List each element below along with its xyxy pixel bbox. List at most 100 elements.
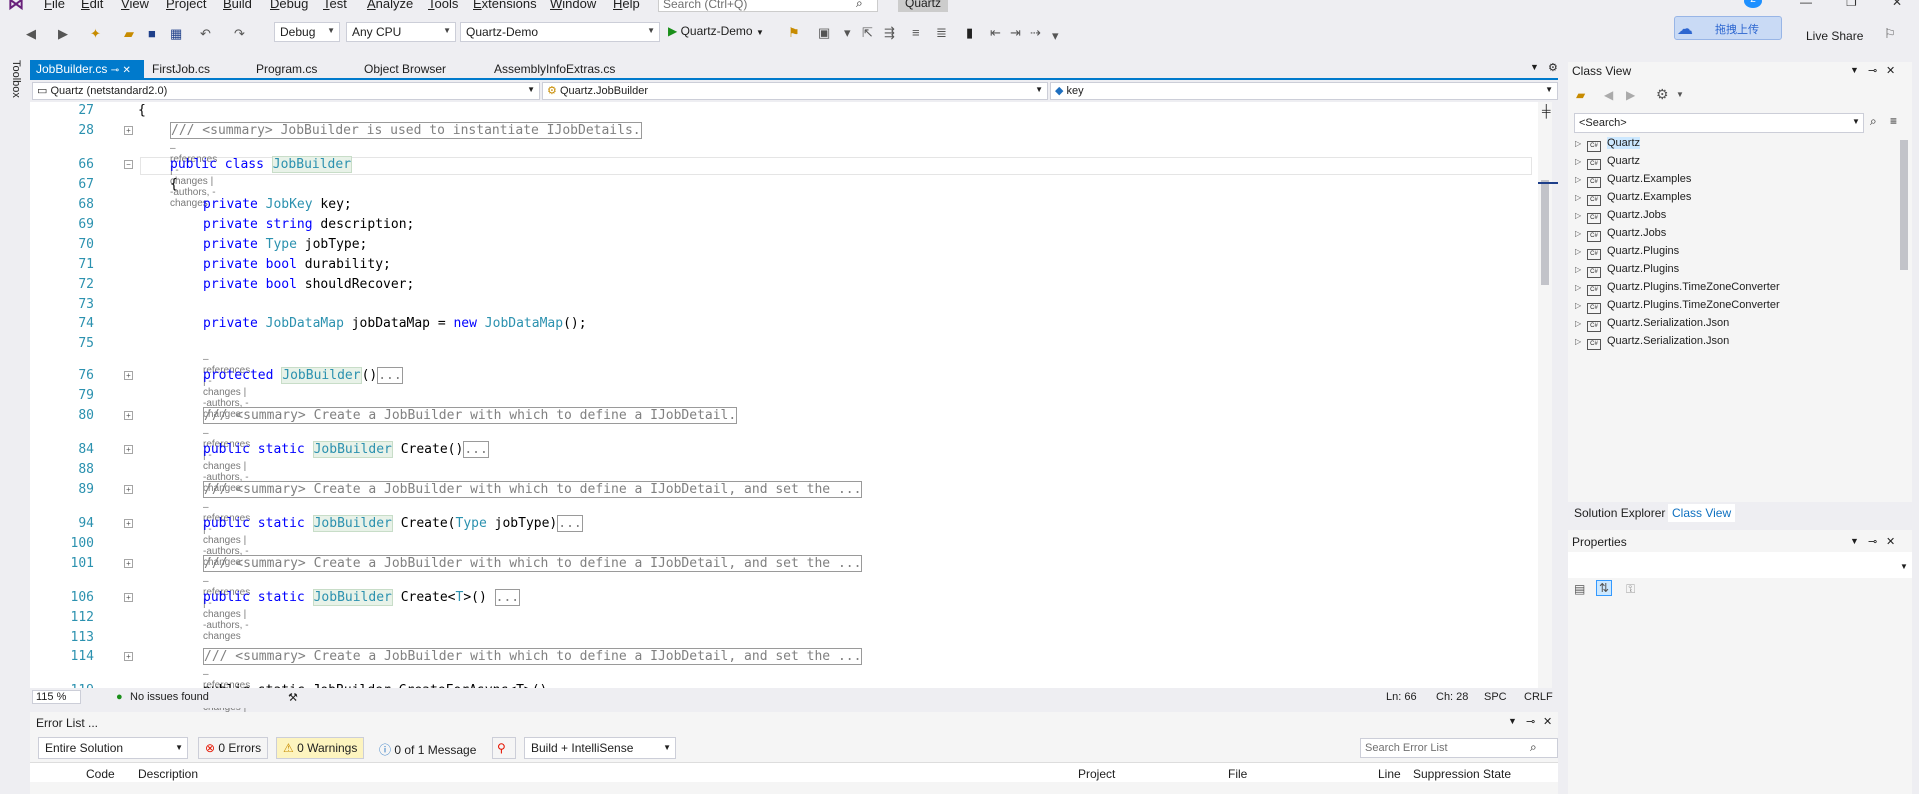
panel-dropdown-icon[interactable]: ▼ xyxy=(1850,536,1859,546)
toolbox-tab[interactable]: Toolbox xyxy=(8,60,22,110)
class-view-item[interactable]: ▷ C# Quartz.Plugins.TimeZoneConverter xyxy=(1575,281,1780,296)
pin-icon[interactable]: ⊸ xyxy=(111,65,119,76)
class-view-item[interactable]: ▷ C# Quartz.Examples xyxy=(1575,191,1691,206)
menu-edit[interactable]: Edit xyxy=(81,0,103,11)
redo-icon[interactable]: ↷ xyxy=(234,26,245,42)
class-view-item[interactable]: ▷ C# Quartz.Jobs xyxy=(1575,227,1666,242)
class-view-item[interactable]: ▷ C# Quartz.Plugins xyxy=(1575,245,1679,260)
tab-solution-explorer[interactable]: Solution Explorer xyxy=(1570,504,1669,522)
menu-project[interactable]: Project xyxy=(166,0,206,11)
column-project[interactable]: Project xyxy=(1078,767,1115,781)
comment-icon[interactable]: ≡ xyxy=(912,25,920,40)
tab-object-browser[interactable]: Object Browser xyxy=(358,60,452,78)
pin-icon[interactable]: ⊸ xyxy=(1526,715,1535,728)
warnings-filter-button[interactable]: ⚠ 0 Warnings xyxy=(276,737,365,759)
save-icon[interactable]: ■ xyxy=(148,26,156,41)
properties-object-selector[interactable] xyxy=(1568,552,1912,578)
upload-widget[interactable]: ☁ 拖拽上传 xyxy=(1674,16,1782,40)
prev-bookmark-icon[interactable]: ⇤ xyxy=(990,25,1001,41)
zoom-dropdown[interactable]: 115 % xyxy=(32,690,82,704)
collapsed-body[interactable]: ... xyxy=(463,441,489,458)
close-icon[interactable]: ✕ xyxy=(122,65,130,76)
scope-dropdown[interactable]: Entire Solution ▼ xyxy=(38,737,188,759)
menu-build[interactable]: Build xyxy=(223,0,252,11)
collapsed-summary[interactable]: /// <summary> Create a JobBuilder with w… xyxy=(203,481,863,498)
expand-icon[interactable]: + xyxy=(124,593,133,602)
live-share-button[interactable]: Live Share xyxy=(1806,29,1863,43)
camera-icon[interactable]: ▣ xyxy=(818,25,830,41)
class-view-item[interactable]: ▷ C# Quartz.Examples xyxy=(1575,173,1691,188)
list-options-icon[interactable]: ≡ xyxy=(1890,114,1897,128)
class-view-item[interactable]: ▷ C# Quartz xyxy=(1575,137,1641,152)
expand-icon[interactable]: + xyxy=(124,485,133,494)
gear-icon[interactable]: ⚙ xyxy=(1548,61,1558,74)
forward-icon[interactable]: ▶ xyxy=(1626,88,1635,102)
close-icon[interactable]: ✕ xyxy=(1543,715,1552,728)
collapse-icon[interactable]: − xyxy=(124,160,133,169)
toolbar-overflow-icon[interactable]: ▾ xyxy=(844,25,851,41)
expand-icon[interactable]: + xyxy=(124,411,133,420)
restore-icon[interactable]: ❐ xyxy=(1846,0,1857,9)
codelens-info[interactable]: – references | - changes | -authors, -ch… xyxy=(203,576,250,642)
expand-icon[interactable]: + xyxy=(124,652,133,661)
expand-icon[interactable]: + xyxy=(124,445,133,454)
menu-test[interactable]: Test xyxy=(323,0,347,11)
panel-dropdown-icon[interactable]: ▼ xyxy=(1508,716,1517,726)
close-icon[interactable]: ✕ xyxy=(1886,535,1895,548)
uncomment-icon[interactable]: ≣ xyxy=(936,25,947,41)
panel-dropdown-icon[interactable]: ▼ xyxy=(1850,65,1859,75)
collapsed-body[interactable]: ... xyxy=(557,515,583,532)
error-search-input[interactable]: Search Error List xyxy=(1360,738,1558,758)
tab-firstjob[interactable]: FirstJob.cs xyxy=(146,60,216,78)
class-view-item[interactable]: ▷ C# Quartz xyxy=(1575,155,1640,170)
messages-filter-button[interactable]: ⓘ 0 of 1 Message xyxy=(372,737,484,759)
type-nav-dropdown[interactable]: ⚙ Quartz.JobBuilder ▼ xyxy=(542,82,1048,100)
column-code[interactable]: Code xyxy=(86,767,115,781)
pin-icon[interactable]: ⊸ xyxy=(1868,535,1877,548)
search-input[interactable]: Search (Ctrl+Q) xyxy=(658,0,878,12)
class-view-scrollbar[interactable] xyxy=(1900,140,1908,270)
tab-assemblyinfoextras[interactable]: AssemblyInfoExtras.cs xyxy=(488,60,621,78)
source-dropdown[interactable]: Build + IntelliSense ▼ xyxy=(524,737,676,759)
chevron-down-icon[interactable]: ▼ xyxy=(1900,562,1908,571)
filter-icon[interactable]: ⚲ xyxy=(492,737,516,759)
menu-tools[interactable]: Tools xyxy=(428,0,458,11)
alphabetical-icon[interactable]: ⇅ xyxy=(1596,580,1613,596)
collapsed-summary[interactable]: /// <summary> Create a JobBuilder with w… xyxy=(203,407,738,424)
brush-icon[interactable]: ⚒ xyxy=(288,691,298,704)
tab-class-view[interactable]: Class View xyxy=(1668,504,1736,522)
chevron-down-icon[interactable]: ▼ xyxy=(1676,90,1684,99)
collapsed-summary[interactable]: /// <summary> Create a JobBuilder with w… xyxy=(203,555,863,572)
vs-logo-icon[interactable]: ⋈ xyxy=(8,0,24,14)
collapsed-body[interactable]: ... xyxy=(377,367,403,384)
format-icon[interactable]: ⇶ xyxy=(884,25,895,41)
close-icon[interactable]: ✕ xyxy=(1886,64,1895,77)
next-bookmark-icon[interactable]: ⇥ xyxy=(1010,25,1021,41)
save-all-icon[interactable]: ▦ xyxy=(170,26,182,42)
scrollbar-thumb[interactable] xyxy=(1541,180,1549,285)
collapsed-summary[interactable]: /// <summary> Create a JobBuilder with w… xyxy=(203,648,863,665)
expand-icon[interactable]: + xyxy=(124,559,133,568)
minimize-icon[interactable]: — xyxy=(1800,0,1812,9)
column-file[interactable]: File xyxy=(1228,767,1247,781)
search-icon[interactable]: ⌕ xyxy=(1530,740,1537,755)
class-view-item[interactable]: ▷ C# Quartz.Plugins.TimeZoneConverter xyxy=(1575,299,1780,314)
collapsed-body[interactable]: ... xyxy=(494,589,521,606)
clear-bookmarks-icon[interactable]: ⇢ xyxy=(1030,25,1041,41)
back-icon[interactable]: ◀ xyxy=(1604,88,1613,102)
platform-dropdown[interactable]: Any CPU ▼ xyxy=(346,22,456,42)
bookmark-icon[interactable]: ▮ xyxy=(966,25,973,41)
menu-debug[interactable]: Debug xyxy=(270,0,308,11)
menu-file[interactable]: File xyxy=(44,0,65,11)
pin-icon[interactable]: ⊸ xyxy=(1868,64,1877,77)
property-pages-icon[interactable]: ⚿ xyxy=(1626,582,1635,597)
attach-icon[interactable]: ⚑ xyxy=(788,25,800,41)
settings-gear-icon[interactable]: ⚙ xyxy=(1656,86,1669,103)
menu-view[interactable]: View xyxy=(121,0,149,11)
expand-icon[interactable]: + xyxy=(124,519,133,528)
close-icon[interactable]: ✕ xyxy=(1892,0,1902,9)
class-view-item[interactable]: ▷ C# Quartz.Serialization.Json xyxy=(1575,317,1729,332)
customize-toolbar-icon[interactable]: ▾ xyxy=(1052,28,1059,44)
class-view-item[interactable]: ▷ C# Quartz.Serialization.Json xyxy=(1575,335,1729,350)
undo-icon[interactable]: ↶ xyxy=(200,26,211,42)
